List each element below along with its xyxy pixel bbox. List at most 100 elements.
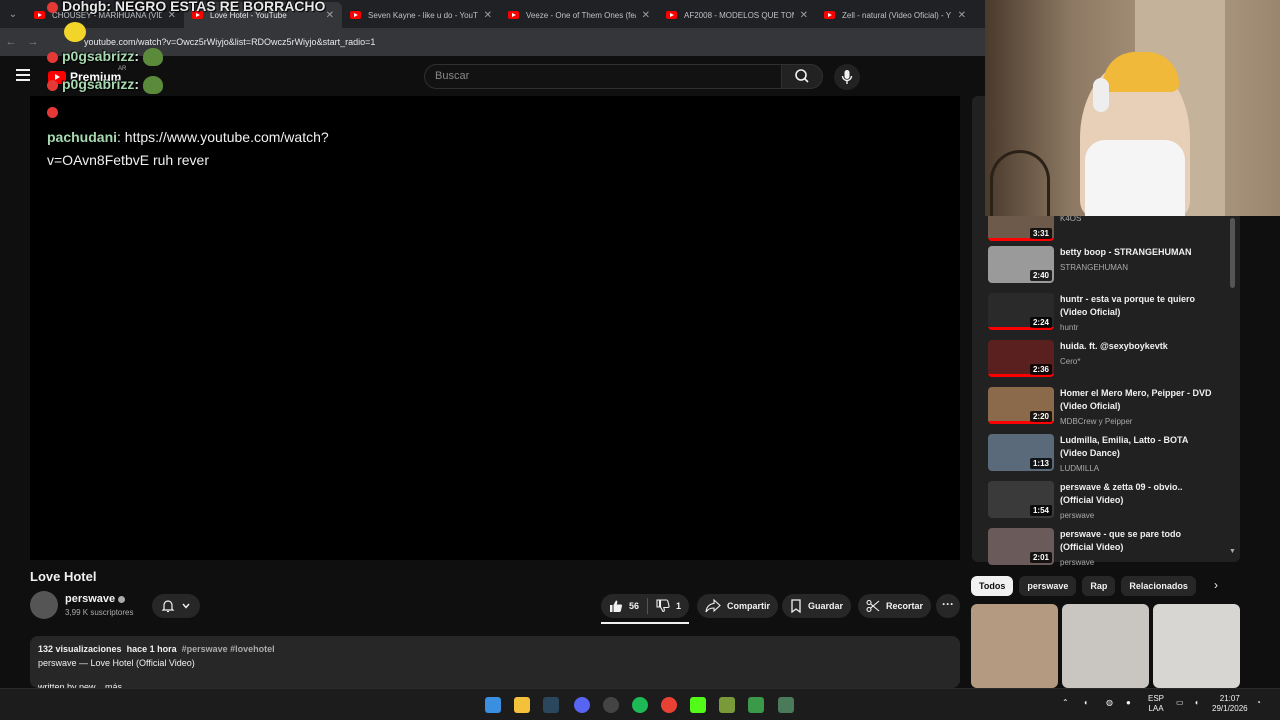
forward-icon[interactable]: → — [22, 36, 44, 48]
recommendation-title[interactable]: Ludmilla, Emilia, Latto - BOTA (Video Da… — [1060, 434, 1212, 460]
tray-app-icon[interactable]: ◍ — [1106, 698, 1113, 708]
video-thumbnail[interactable]: 2:24 — [988, 293, 1054, 330]
channel-avatar[interactable] — [30, 591, 58, 619]
recommendation-item[interactable]: 2:36 huida. ft. @sexyboykevtk Cero* — [988, 335, 1234, 382]
windows-start-icon[interactable] — [485, 697, 501, 713]
recommendation-item[interactable]: 3:31 K4OS — [988, 204, 1234, 241]
obs-icon[interactable] — [603, 697, 619, 713]
browser-tab[interactable]: Veeze - One of Them Ones (fea ✕ — [500, 2, 658, 28]
discord-icon[interactable] — [574, 697, 590, 713]
file-explorer-icon[interactable] — [514, 697, 530, 713]
share-label: Compartir — [727, 601, 771, 611]
tray-chevron-icon[interactable]: ⌃ — [1062, 698, 1069, 708]
webcam-shirt — [1085, 140, 1185, 216]
recommendation-channel[interactable]: perswave — [1060, 511, 1094, 520]
close-tab-icon[interactable]: ✕ — [326, 10, 334, 21]
tab-title: Seven Kayne - like u do - YouTu — [368, 10, 478, 20]
video-duration: 2:01 — [1029, 552, 1052, 563]
recommendation-channel[interactable]: MDBCrew y Peipper — [1060, 417, 1132, 426]
spotify-icon[interactable] — [632, 697, 648, 713]
recommendation-title[interactable]: perswave - que se pare todo (Official Vi… — [1060, 528, 1212, 554]
playlist-scrollbar[interactable] — [1230, 218, 1235, 288]
volume-icon[interactable]: ◖ — [1194, 698, 1199, 708]
short-thumbnail[interactable] — [1062, 604, 1149, 688]
app-icon[interactable] — [748, 697, 764, 713]
short-thumbnail[interactable] — [971, 604, 1058, 688]
video-thumbnail[interactable]: 1:54 — [988, 481, 1054, 518]
channel-name[interactable]: perswave — [65, 593, 126, 605]
recommendation-title[interactable]: betty boop - STRANGEHUMAN — [1060, 246, 1212, 259]
video-thumbnail[interactable]: 1:13 — [988, 434, 1054, 471]
menu-icon[interactable] — [16, 69, 30, 81]
filter-chip[interactable]: Relacionados — [1121, 576, 1196, 596]
video-thumbnail[interactable]: 2:20 — [988, 387, 1054, 424]
description-box[interactable]: 132 visualizaciones hace 1 hora #perswav… — [30, 636, 960, 692]
recommendation-title[interactable]: huntr - esta va porque te quiero (Video … — [1060, 293, 1212, 319]
recommendation-channel[interactable]: huntr — [1060, 323, 1078, 332]
recommendation-item[interactable]: 1:13 Ludmilla, Emilia, Latto - BOTA (Vide… — [988, 429, 1234, 476]
share-button[interactable]: Compartir — [697, 594, 779, 618]
description-line: perswave — Love Hotel (Official Video) — [38, 658, 195, 668]
bell-icon — [161, 600, 175, 613]
close-tab-icon[interactable]: ✕ — [484, 10, 492, 21]
recommendation-item[interactable]: 2:01 perswave - que se pare todo (Officia… — [988, 523, 1234, 570]
close-tab-icon[interactable]: ✕ — [958, 10, 966, 21]
recommendation-item[interactable]: 2:40 betty boop - STRANGEHUMAN STRANGEHUMA… — [988, 241, 1234, 288]
steam-icon[interactable] — [543, 697, 559, 713]
scroll-down-icon[interactable]: ▼ — [1229, 548, 1236, 555]
kick-icon[interactable] — [690, 697, 706, 713]
recommendation-channel[interactable]: STRANGEHUMAN — [1060, 263, 1128, 272]
chevron-right-icon[interactable]: › — [1214, 578, 1218, 592]
network-icon[interactable]: ▭ — [1176, 698, 1184, 708]
notification-icon[interactable]: ◔ — [1256, 698, 1261, 708]
search-button[interactable] — [781, 64, 823, 89]
clock[interactable]: 21:07 29/1/2026 — [1212, 694, 1248, 714]
short-thumbnail[interactable] — [1153, 604, 1240, 688]
tray-mic-icon[interactable]: ● — [1126, 698, 1131, 708]
url-field[interactable]: youtube.com/watch?v=Owcz5rWiyjo&list=RDO… — [84, 37, 375, 47]
recommendation-item[interactable]: 2:24 huntr - esta va porque te quiero (Vi… — [988, 288, 1234, 335]
save-button[interactable]: Guardar — [782, 594, 852, 618]
chrome-icon[interactable] — [661, 697, 677, 713]
tray-app-icon[interactable]: ◐ — [1084, 698, 1089, 708]
clip-button[interactable]: Recortar — [858, 594, 932, 618]
app-icon[interactable] — [778, 697, 794, 713]
dislike-button[interactable]: 1 — [648, 594, 689, 618]
notifications-button[interactable] — [152, 594, 200, 618]
back-icon[interactable]: ← — [0, 36, 22, 48]
hashtags[interactable]: #perswave #lovehotel — [182, 644, 275, 654]
like-button[interactable]: 56 — [601, 594, 647, 618]
recommendation-item[interactable]: 2:20 Homer el Mero Mero, Peipper - DVD (V… — [988, 382, 1234, 429]
filter-chip[interactable]: Todos — [971, 576, 1014, 596]
recommendation-title[interactable]: perswave & zetta 09 - obvio.. (Official … — [1060, 481, 1212, 507]
recommendation-item[interactable]: 1:54 perswave & zetta 09 - obvio.. (Offic… — [988, 476, 1234, 523]
chat-badge-icon — [47, 79, 58, 91]
recommendation-channel[interactable]: LUDMILLA — [1060, 464, 1099, 473]
recommendation-channel[interactable]: perswave — [1060, 558, 1094, 567]
browser-tab[interactable]: AF2008 - MODELOS QUE TOM ✕ — [658, 2, 816, 28]
filter-chip[interactable]: Rap — [1082, 576, 1116, 596]
recommendation-channel[interactable]: Cero* — [1060, 357, 1080, 366]
tab-title: Zell - natural (Video Oficial) - Y — [842, 10, 952, 20]
minecraft-icon[interactable] — [719, 697, 735, 713]
close-tab-icon[interactable]: ✕ — [800, 10, 808, 21]
recommendation-title[interactable]: Homer el Mero Mero, Peipper - DVD (Video… — [1060, 387, 1212, 413]
close-tab-icon[interactable]: ✕ — [642, 10, 650, 21]
video-thumbnail[interactable]: 2:36 — [988, 340, 1054, 377]
shorts-row — [971, 604, 1240, 688]
video-thumbnail[interactable]: 2:40 — [988, 246, 1054, 283]
video-thumbnail[interactable]: 2:01 — [988, 528, 1054, 565]
browser-tab[interactable]: Seven Kayne - like u do - YouTu ✕ — [342, 2, 500, 28]
video-duration: 1:54 — [1029, 505, 1052, 516]
microphone-icon — [841, 70, 853, 84]
tab-search-dropdown-icon[interactable]: ⌄ — [0, 0, 26, 28]
filter-chip[interactable]: perswave — [1019, 576, 1077, 596]
tab-title: Veeze - One of Them Ones (fea — [526, 10, 636, 20]
recommendation-title[interactable]: huida. ft. @sexyboykevtk — [1060, 340, 1212, 353]
language-indicator[interactable]: ESP LAA — [1148, 694, 1164, 714]
voice-search-button[interactable] — [834, 64, 860, 90]
more-actions-button[interactable]: ··· — [936, 594, 960, 618]
search-input[interactable]: Buscar — [424, 64, 782, 89]
browser-tab[interactable]: Zell - natural (Video Oficial) - Y ✕ — [816, 2, 974, 28]
windows-taskbar: ⌃ ◐ ◍ ● ESP LAA ▭ ◖ 21:07 29/1/2026 ◔ — [0, 688, 1280, 720]
